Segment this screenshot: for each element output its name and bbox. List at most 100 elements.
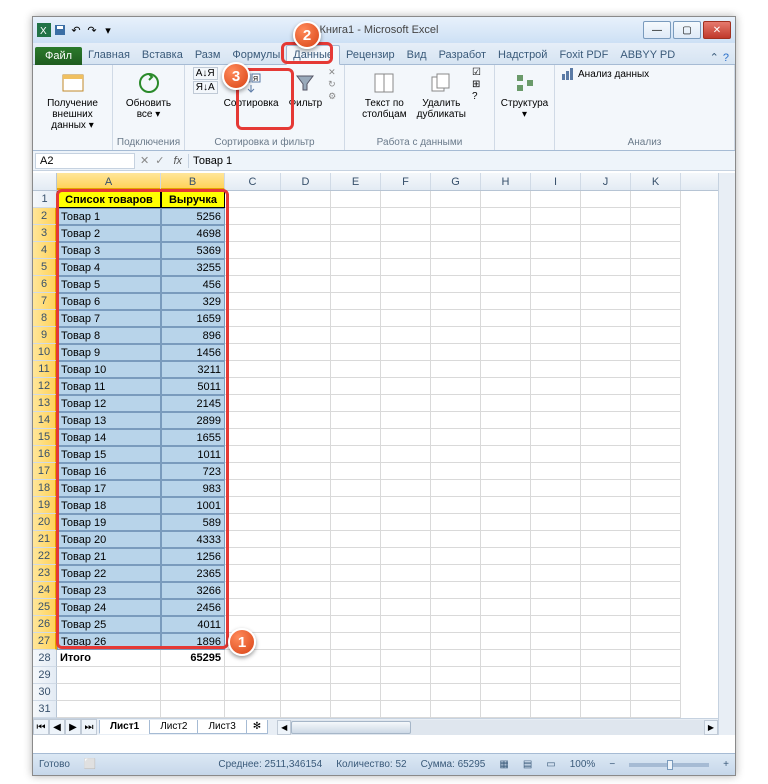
cell-empty[interactable] <box>331 463 381 480</box>
cell-empty[interactable] <box>531 684 581 701</box>
cell-empty[interactable] <box>225 565 281 582</box>
cell-b11[interactable]: 3211 <box>161 361 225 378</box>
cell-empty[interactable] <box>631 463 681 480</box>
cell-a23[interactable]: Товар 22 <box>57 565 161 582</box>
sheet-tab-0[interactable]: Лист1 <box>99 720 150 734</box>
cell-empty[interactable] <box>431 344 481 361</box>
row-header-9[interactable]: 9 <box>33 327 57 344</box>
cell-a14[interactable]: Товар 13 <box>57 412 161 429</box>
cell-empty[interactable] <box>581 259 631 276</box>
cell-empty[interactable] <box>225 412 281 429</box>
cell-empty[interactable] <box>161 701 225 718</box>
horizontal-scrollbar[interactable]: ◀ ▶ <box>277 720 718 735</box>
cell-empty[interactable] <box>481 361 531 378</box>
cell-empty[interactable] <box>431 480 481 497</box>
cell-empty[interactable] <box>331 327 381 344</box>
sort-asc-icon[interactable]: А↓Я <box>193 67 218 80</box>
cell-empty[interactable] <box>331 395 381 412</box>
cell-b21[interactable]: 4333 <box>161 531 225 548</box>
cell-empty[interactable] <box>431 378 481 395</box>
cell-empty[interactable] <box>331 310 381 327</box>
cell-a17[interactable]: Товар 16 <box>57 463 161 480</box>
cell-empty[interactable] <box>631 378 681 395</box>
col-header-I[interactable]: I <box>531 173 581 190</box>
cell-b12[interactable]: 5011 <box>161 378 225 395</box>
row-header-28[interactable]: 28 <box>33 650 57 667</box>
cell-empty[interactable] <box>531 616 581 633</box>
cell-empty[interactable] <box>481 259 531 276</box>
cell-empty[interactable] <box>281 191 331 208</box>
cell-empty[interactable] <box>381 616 431 633</box>
row-header-18[interactable]: 18 <box>33 480 57 497</box>
sheet-nav-last-icon[interactable]: ⏭ <box>81 719 97 735</box>
cell-empty[interactable] <box>631 412 681 429</box>
cell-empty[interactable] <box>331 497 381 514</box>
cell-a9[interactable]: Товар 8 <box>57 327 161 344</box>
cell-empty[interactable] <box>281 446 331 463</box>
cell-empty[interactable] <box>481 344 531 361</box>
row-header-11[interactable]: 11 <box>33 361 57 378</box>
cell-b24[interactable]: 3266 <box>161 582 225 599</box>
sheet-nav-prev-icon[interactable]: ◀ <box>49 719 65 735</box>
cell-empty[interactable] <box>281 497 331 514</box>
data-analysis-button[interactable]: Анализ данных <box>561 67 649 81</box>
cell-empty[interactable] <box>331 446 381 463</box>
cell-empty[interactable] <box>481 582 531 599</box>
cell-empty[interactable] <box>225 701 281 718</box>
cell-empty[interactable] <box>225 378 281 395</box>
cell-empty[interactable] <box>281 667 331 684</box>
row-header-16[interactable]: 16 <box>33 446 57 463</box>
cell-empty[interactable] <box>531 191 581 208</box>
cell-empty[interactable] <box>481 650 531 667</box>
col-header-E[interactable]: E <box>331 173 381 190</box>
file-tab[interactable]: Файл <box>35 47 82 65</box>
cell-empty[interactable] <box>381 429 431 446</box>
cell-empty[interactable] <box>331 650 381 667</box>
cell-empty[interactable] <box>481 310 531 327</box>
cell-empty[interactable] <box>581 701 631 718</box>
cell-empty[interactable] <box>331 429 381 446</box>
cell-empty[interactable] <box>581 616 631 633</box>
fx-confirm-icon[interactable]: ✓ <box>152 154 167 167</box>
cell-empty[interactable] <box>381 497 431 514</box>
cell-empty[interactable] <box>331 344 381 361</box>
cell-empty[interactable] <box>581 276 631 293</box>
cell-empty[interactable] <box>531 412 581 429</box>
vertical-scrollbar[interactable] <box>718 173 735 735</box>
cell-b18[interactable]: 983 <box>161 480 225 497</box>
row-header-26[interactable]: 26 <box>33 616 57 633</box>
cell-empty[interactable] <box>431 446 481 463</box>
cell-a12[interactable]: Товар 11 <box>57 378 161 395</box>
cell-empty[interactable] <box>481 191 531 208</box>
cell-empty[interactable] <box>225 208 281 225</box>
maximize-button[interactable]: ▢ <box>673 21 701 39</box>
cell-empty[interactable] <box>381 514 431 531</box>
cell-empty[interactable] <box>381 395 431 412</box>
cell-empty[interactable] <box>481 225 531 242</box>
cell-empty[interactable] <box>581 463 631 480</box>
cell-b5[interactable]: 3255 <box>161 259 225 276</box>
cell-empty[interactable] <box>631 480 681 497</box>
row-header-15[interactable]: 15 <box>33 429 57 446</box>
cell-empty[interactable] <box>225 327 281 344</box>
minimize-button[interactable]: — <box>643 21 671 39</box>
cell-empty[interactable] <box>481 497 531 514</box>
cell-empty[interactable] <box>531 429 581 446</box>
cell-empty[interactable] <box>581 293 631 310</box>
cell-empty[interactable] <box>331 208 381 225</box>
cell-empty[interactable] <box>281 208 331 225</box>
cell-empty[interactable] <box>431 582 481 599</box>
row-header-23[interactable]: 23 <box>33 565 57 582</box>
cell-empty[interactable] <box>631 548 681 565</box>
tab-developer[interactable]: Разработ <box>433 46 492 64</box>
tab-review[interactable]: Рецензир <box>340 46 401 64</box>
cell-empty[interactable] <box>381 344 431 361</box>
cell-empty[interactable] <box>581 667 631 684</box>
row-header-1[interactable]: 1 <box>33 191 57 208</box>
cell-empty[interactable] <box>281 684 331 701</box>
cell-a19[interactable]: Товар 18 <box>57 497 161 514</box>
cell-empty[interactable] <box>481 514 531 531</box>
cell-empty[interactable] <box>431 667 481 684</box>
cell-empty[interactable] <box>381 378 431 395</box>
cell-empty[interactable] <box>531 701 581 718</box>
